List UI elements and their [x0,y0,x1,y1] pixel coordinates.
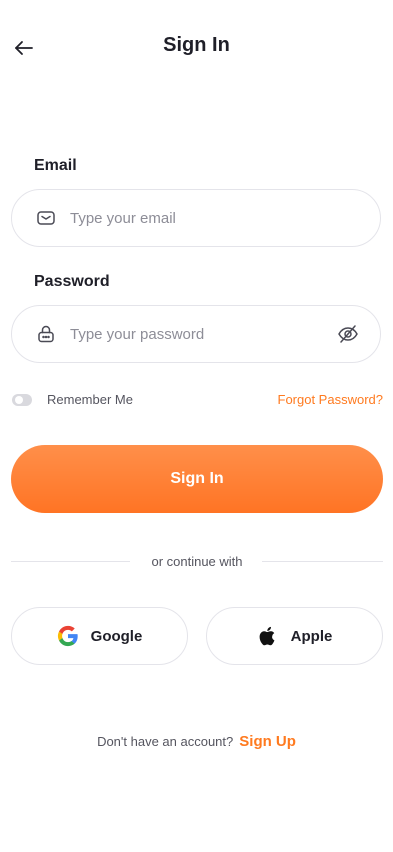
email-label: Email [34,157,77,174]
apple-label: Apple [290,627,333,645]
apple-icon [257,625,279,647]
envelope-icon [36,208,56,228]
eye-off-icon [337,323,359,345]
google-icon [57,625,79,647]
toggle-password-visibility[interactable] [336,322,360,346]
page-title: Sign In [163,34,230,56]
header: Sign In [0,0,393,96]
remember-label: Remember Me [47,392,133,407]
forgot-password-link[interactable]: Forgot Password? [278,392,384,407]
sign-in-button[interactable]: Sign In [11,445,383,513]
email-input[interactable] [70,190,324,246]
toggle-knob [15,396,23,404]
google-label: Google [90,627,143,645]
password-input[interactable] [70,306,324,362]
divider: or continue with [11,552,383,572]
google-button[interactable]: Google [11,607,188,665]
signup-prompt: Don't have an account? [97,734,234,749]
apple-button[interactable]: Apple [206,607,383,665]
remember-toggle[interactable] [12,394,32,406]
lock-icon [36,324,56,344]
signup-footer: Don't have an account? Sign Up [0,733,393,750]
divider-line-right [262,561,383,562]
password-label: Password [34,273,110,290]
password-field[interactable] [11,305,381,363]
email-field[interactable] [11,189,381,247]
sign-up-link[interactable]: Sign Up [239,733,296,750]
remember-row: Remember Me Forgot Password? [12,390,383,412]
